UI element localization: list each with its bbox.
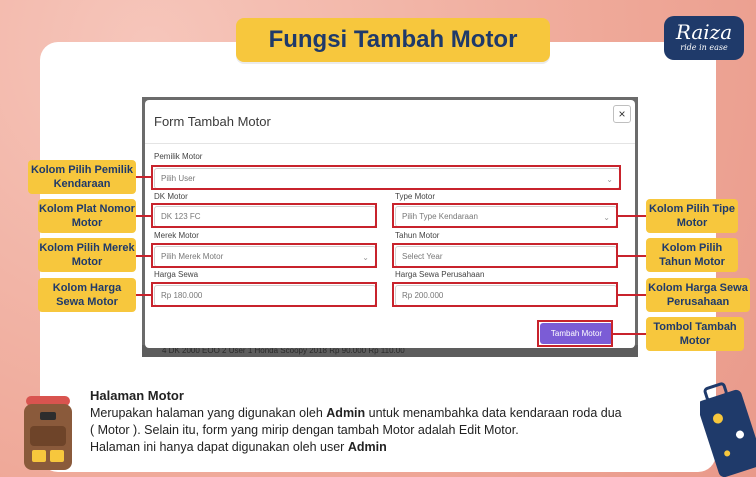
- owner-label: Pemilik Motor: [154, 152, 203, 161]
- description-line-3: Halaman ini hanya dapat digunakan oleh u…: [90, 439, 690, 456]
- description-line-2: ( Motor ). Selain itu, form yang mirip d…: [90, 423, 519, 437]
- brand-connector: [136, 255, 151, 257]
- backpack-illustration: [24, 396, 72, 470]
- type-highlight: [392, 203, 618, 228]
- logo-brand: Raiza: [675, 20, 733, 44]
- submit-highlight: [537, 320, 613, 347]
- suitcase-illustration: [700, 382, 756, 477]
- submit-connector: [613, 333, 646, 335]
- logo-tagline: ride in ease: [680, 43, 728, 52]
- year-label: Tahun Motor: [395, 231, 440, 240]
- owner-connector: [136, 176, 151, 178]
- callout-submit: Tombol Tambah Motor: [646, 317, 744, 351]
- company-price-connector: [618, 294, 646, 296]
- callout-owner: Kolom Pilih Pemilik Kendaraan: [28, 160, 136, 194]
- callout-price: Kolom Harga Sewa Motor: [38, 278, 136, 312]
- type-connector: [618, 215, 646, 217]
- plate-label: DK Motor: [154, 192, 188, 201]
- description-line-1-post: untuk menambahka data kendaraan roda dua: [365, 406, 622, 420]
- owner-highlight: [151, 165, 621, 190]
- price-label: Harga Sewa: [154, 270, 199, 279]
- modal-header: Form Tambah Motor ×: [145, 100, 635, 144]
- description-line-3-bold: Admin: [347, 440, 387, 454]
- callout-company-price: Kolom Harga Sewa Perusahaan: [646, 278, 750, 312]
- brand-logo: Raiza ride in ease: [664, 16, 744, 60]
- callout-plate: Kolom Plat Nomor Motor: [38, 199, 136, 233]
- year-connector: [618, 255, 646, 257]
- description-line-1-pre: Merupakan halaman yang digunakan oleh: [90, 406, 327, 420]
- description-heading: Halaman Motor: [90, 388, 184, 403]
- modal-title: Form Tambah Motor: [154, 114, 271, 129]
- plate-connector: [136, 215, 151, 217]
- company-price-highlight: [392, 282, 618, 307]
- description-line-1: Merupakan halaman yang digunakan oleh Ad…: [90, 405, 690, 422]
- plate-highlight: [151, 203, 377, 228]
- brand-highlight: [151, 243, 377, 268]
- brand-label: Merek Motor: [154, 231, 199, 240]
- callout-type: Kolom Pilih Tipe Motor: [646, 199, 738, 233]
- year-highlight: [392, 243, 618, 268]
- callout-brand: Kolom Pilih Merek Motor: [38, 238, 136, 272]
- description-line-3-pre: Halaman ini hanya dapat digunakan oleh u…: [90, 440, 348, 454]
- company-price-label: Harga Sewa Perusahaan: [395, 270, 485, 279]
- callout-year: Kolom Pilih Tahun Motor: [646, 238, 738, 272]
- price-connector: [136, 294, 151, 296]
- description-line-1-bold: Admin: [326, 406, 366, 420]
- close-button[interactable]: ×: [613, 105, 631, 123]
- type-label: Type Motor: [395, 192, 436, 201]
- slide-title: Fungsi Tambah Motor: [236, 18, 550, 62]
- price-highlight: [151, 282, 377, 307]
